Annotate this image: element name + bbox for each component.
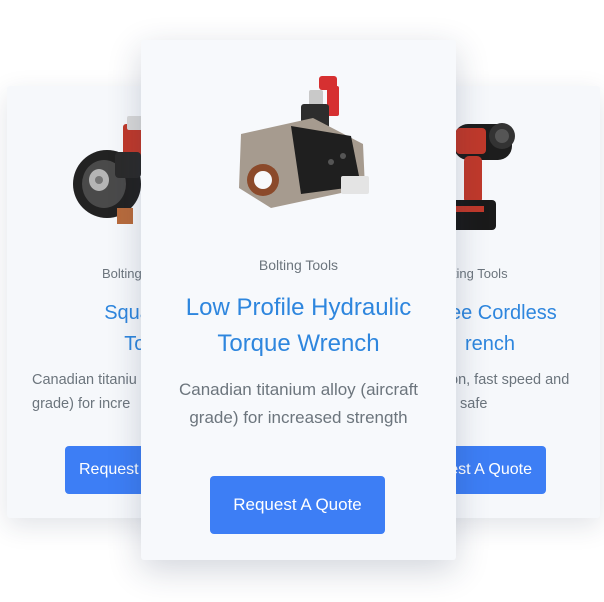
hydraulic-wrench-image [231,76,371,218]
product-description-line: safe [460,396,488,412]
product-title: ee Cordless rench [450,298,600,360]
product-description: on, fast speed and safe [450,368,600,416]
request-quote-button[interactable]: Request A Quote [210,476,385,534]
cordless-wrench-image [450,116,530,234]
product-description-line: grade) for increased strength [189,408,408,427]
product-description-line: on, fast speed and [450,372,570,388]
product-category: Bolting Tools [258,257,339,273]
product-title-line: rench [465,333,516,355]
product-title: Low Profile Hydraulic Torque Wrench [156,290,441,362]
product-title-line: Low Profile Hydraulic [185,294,412,321]
product-description: Canadian titanium alloy (aircraft grade)… [161,376,436,432]
product-card-hydraulic-wrench: Bolting Tools Low Profile Hydraulic Torq… [141,40,456,560]
product-title-line: ee Cordless [450,302,557,324]
product-title-line: Torque Wrench [217,330,380,357]
product-description-line: Canadian titanium alloy (aircraft [178,380,419,399]
